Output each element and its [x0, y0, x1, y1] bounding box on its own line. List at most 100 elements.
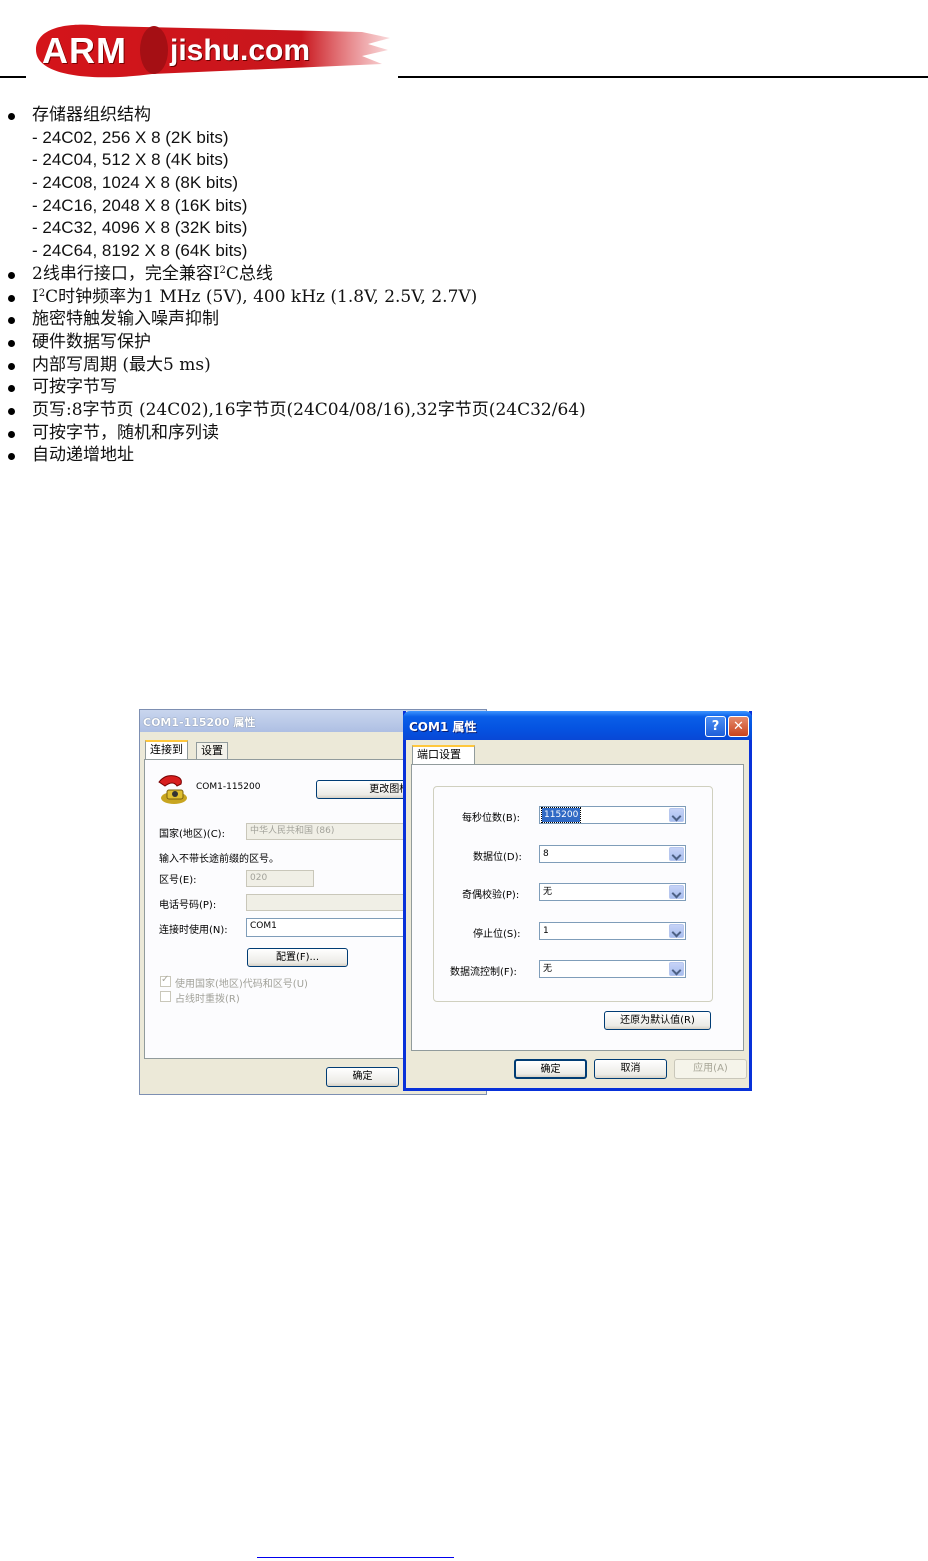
- selected-value: 115200: [540, 807, 582, 823]
- window-title: COM1 属性: [409, 720, 477, 734]
- bullet-icon: [8, 453, 15, 461]
- tab-panel: 每秒位数(B): 115200 数据位(D): 8 奇偶校验(P): 无 停止位…: [411, 764, 744, 1051]
- bullet-icon: [8, 385, 15, 393]
- chevron-down-icon[interactable]: [669, 885, 684, 899]
- feature-item: 内部写周期 (最大5 ms): [0, 354, 640, 377]
- logo-domain-text: jishu.com: [170, 34, 311, 67]
- feature-item: 硬件数据写保护: [0, 331, 640, 354]
- area-code-input[interactable]: 020: [246, 870, 314, 887]
- footer-link-underline[interactable]: [257, 1557, 454, 1558]
- cancel-button[interactable]: 取消: [594, 1059, 667, 1079]
- selected-value: 无: [543, 887, 553, 897]
- feature-text: 施密特触发输入噪声抑制: [32, 309, 219, 330]
- feature-item: 可按字节写: [0, 376, 640, 399]
- bullet-icon: [8, 339, 15, 347]
- feature-subtext: - 24C32, 4096 X 8 (32K bits): [32, 218, 248, 238]
- field-label: 奇偶校验(P):: [462, 890, 520, 901]
- restore-defaults-button[interactable]: 还原为默认值(R): [604, 1011, 711, 1030]
- feature-text: 自动递增地址: [32, 445, 134, 466]
- logo-arm-text: ARM: [42, 30, 127, 71]
- header-rule-left: [0, 76, 26, 78]
- feature-subtext: - 24C02, 256 X 8 (2K bits): [32, 127, 229, 147]
- bullet-icon: [8, 271, 15, 279]
- redial-on-busy-checkbox[interactable]: [160, 991, 171, 1002]
- feature-item: I2C时钟频率为1 MHz (5V), 400 kHz (1.8V, 2.5V,…: [0, 286, 640, 309]
- use-country-code-label: 使用国家(地区)代码和区号(U): [175, 979, 308, 990]
- field-label: 每秒位数(B):: [462, 813, 521, 824]
- feature-subtext: - 24C04, 512 X 8 (4K bits): [32, 150, 229, 170]
- bullet-icon: [8, 294, 15, 302]
- feature-subtext: - 24C08, 1024 X 8 (8K bits): [32, 173, 239, 193]
- feature-text-pre: 2线串行接口，完全兼容I: [32, 263, 220, 284]
- tab-port-settings[interactable]: 端口设置: [412, 745, 475, 765]
- feature-text: 存储器组织结构: [32, 105, 151, 125]
- feature-subitem: - 24C08, 1024 X 8 (8K bits): [0, 172, 640, 195]
- connect-using-label: 连接时使用(N):: [159, 925, 228, 936]
- parity-select[interactable]: 无: [539, 883, 686, 901]
- feature-item: 施密特触发输入噪声抑制: [0, 308, 640, 331]
- feature-subitem: - 24C32, 4096 X 8 (32K bits): [0, 217, 640, 240]
- chevron-down-icon[interactable]: [669, 962, 684, 976]
- com1-properties-window: COM1 属性 ? ✕ 端口设置 每秒位数(B): 115200 数据位(D):…: [403, 711, 752, 1091]
- phone-number-label: 电话号码(P):: [159, 900, 217, 911]
- superscript: 2: [219, 264, 226, 276]
- window-titlebar[interactable]: COM1 属性 ? ✕: [403, 711, 752, 740]
- phone-icon: [158, 775, 187, 804]
- ok-button[interactable]: 确定: [326, 1067, 399, 1087]
- feature-text: 硬件数据写保护: [32, 331, 151, 352]
- chevron-down-icon[interactable]: [669, 924, 684, 938]
- help-button[interactable]: ?: [705, 716, 726, 737]
- feature-subtext: - 24C64, 8192 X 8 (64K bits): [32, 241, 248, 261]
- ok-button[interactable]: 确定: [514, 1059, 587, 1079]
- selected-value: 1: [543, 926, 549, 936]
- feature-text: I2C时钟频率为1 MHz (5V), 400 kHz (1.8V, 2.5V,…: [32, 286, 477, 309]
- bullet-icon: [8, 362, 15, 370]
- tab-settings[interactable]: 设置: [196, 742, 228, 760]
- configure-button[interactable]: 配置(F)...: [247, 948, 348, 967]
- superscript: 2: [38, 287, 46, 299]
- feature-subtext: - 24C16, 2048 X 8 (16K bits): [32, 195, 248, 215]
- field-label: 数据流控制(F):: [450, 967, 517, 978]
- feature-text: 可按字节，随机和序列读: [32, 422, 219, 443]
- apply-button[interactable]: 应用(A): [674, 1059, 747, 1079]
- feature-item: 页写:8字节页 (24C02),16字节页(24C04/08/16),32字节页…: [0, 399, 640, 422]
- tab-connect-to[interactable]: 连接到: [145, 740, 188, 760]
- feature-item: 可按字节，随机和序列读: [0, 422, 640, 445]
- field-label: 停止位(S):: [473, 929, 521, 940]
- bits-per-second-select[interactable]: 115200: [539, 806, 686, 824]
- feature-subitem: - 24C16, 2048 X 8 (16K bits): [0, 195, 640, 218]
- close-button[interactable]: ✕: [728, 716, 749, 737]
- area-code-hint: 输入不带长途前缀的区号。: [159, 854, 279, 865]
- stop-bits-select[interactable]: 1: [539, 922, 686, 940]
- header-rule-right: [398, 76, 928, 78]
- feature-subitem: - 24C64, 8192 X 8 (64K bits): [0, 240, 640, 263]
- window-title: COM1-115200 属性: [143, 716, 256, 729]
- redial-on-busy-label: 占线时重拨(R): [175, 994, 240, 1005]
- feature-item: 存储器组织结构: [0, 104, 640, 127]
- feature-subitem: - 24C04, 512 X 8 (4K bits): [0, 149, 640, 172]
- bullet-icon: [8, 430, 15, 438]
- data-bits-select[interactable]: 8: [539, 845, 686, 863]
- bullet-icon: [8, 317, 15, 325]
- feature-text: 内部写周期 (最大5 ms): [32, 354, 211, 375]
- selected-value: 无: [543, 964, 553, 974]
- feature-text: 2线串行接口，完全兼容I2C总线: [32, 263, 273, 286]
- feature-text-post: C时钟频率为1 MHz (5V), 400 kHz (1.8V, 2.5V, 2…: [45, 286, 478, 307]
- feature-item: 自动递增地址: [0, 444, 640, 467]
- chevron-down-icon[interactable]: [669, 808, 684, 822]
- selected-value: 8: [543, 849, 549, 859]
- feature-subitem: - 24C02, 256 X 8 (2K bits): [0, 127, 640, 150]
- arm-jishu-logo: ARM jishu.com: [32, 20, 390, 82]
- feature-list: 存储器组织结构 - 24C02, 256 X 8 (2K bits) - 24C…: [0, 104, 640, 467]
- use-country-code-checkbox[interactable]: [160, 974, 171, 987]
- feature-item: 2线串行接口，完全兼容I2C总线: [0, 263, 640, 286]
- chevron-down-icon[interactable]: [669, 847, 684, 861]
- connection-name: COM1-115200: [196, 782, 261, 792]
- bullet-icon: [8, 113, 15, 120]
- field-label: 数据位(D):: [473, 852, 522, 863]
- feature-text-pre: I: [32, 286, 39, 307]
- flow-control-select[interactable]: 无: [539, 960, 686, 978]
- area-code-label: 区号(E):: [159, 875, 197, 886]
- feature-text: 页写:8字节页 (24C02),16字节页(24C04/08/16),32字节页…: [32, 399, 586, 420]
- country-label: 国家(地区)(C):: [159, 829, 225, 840]
